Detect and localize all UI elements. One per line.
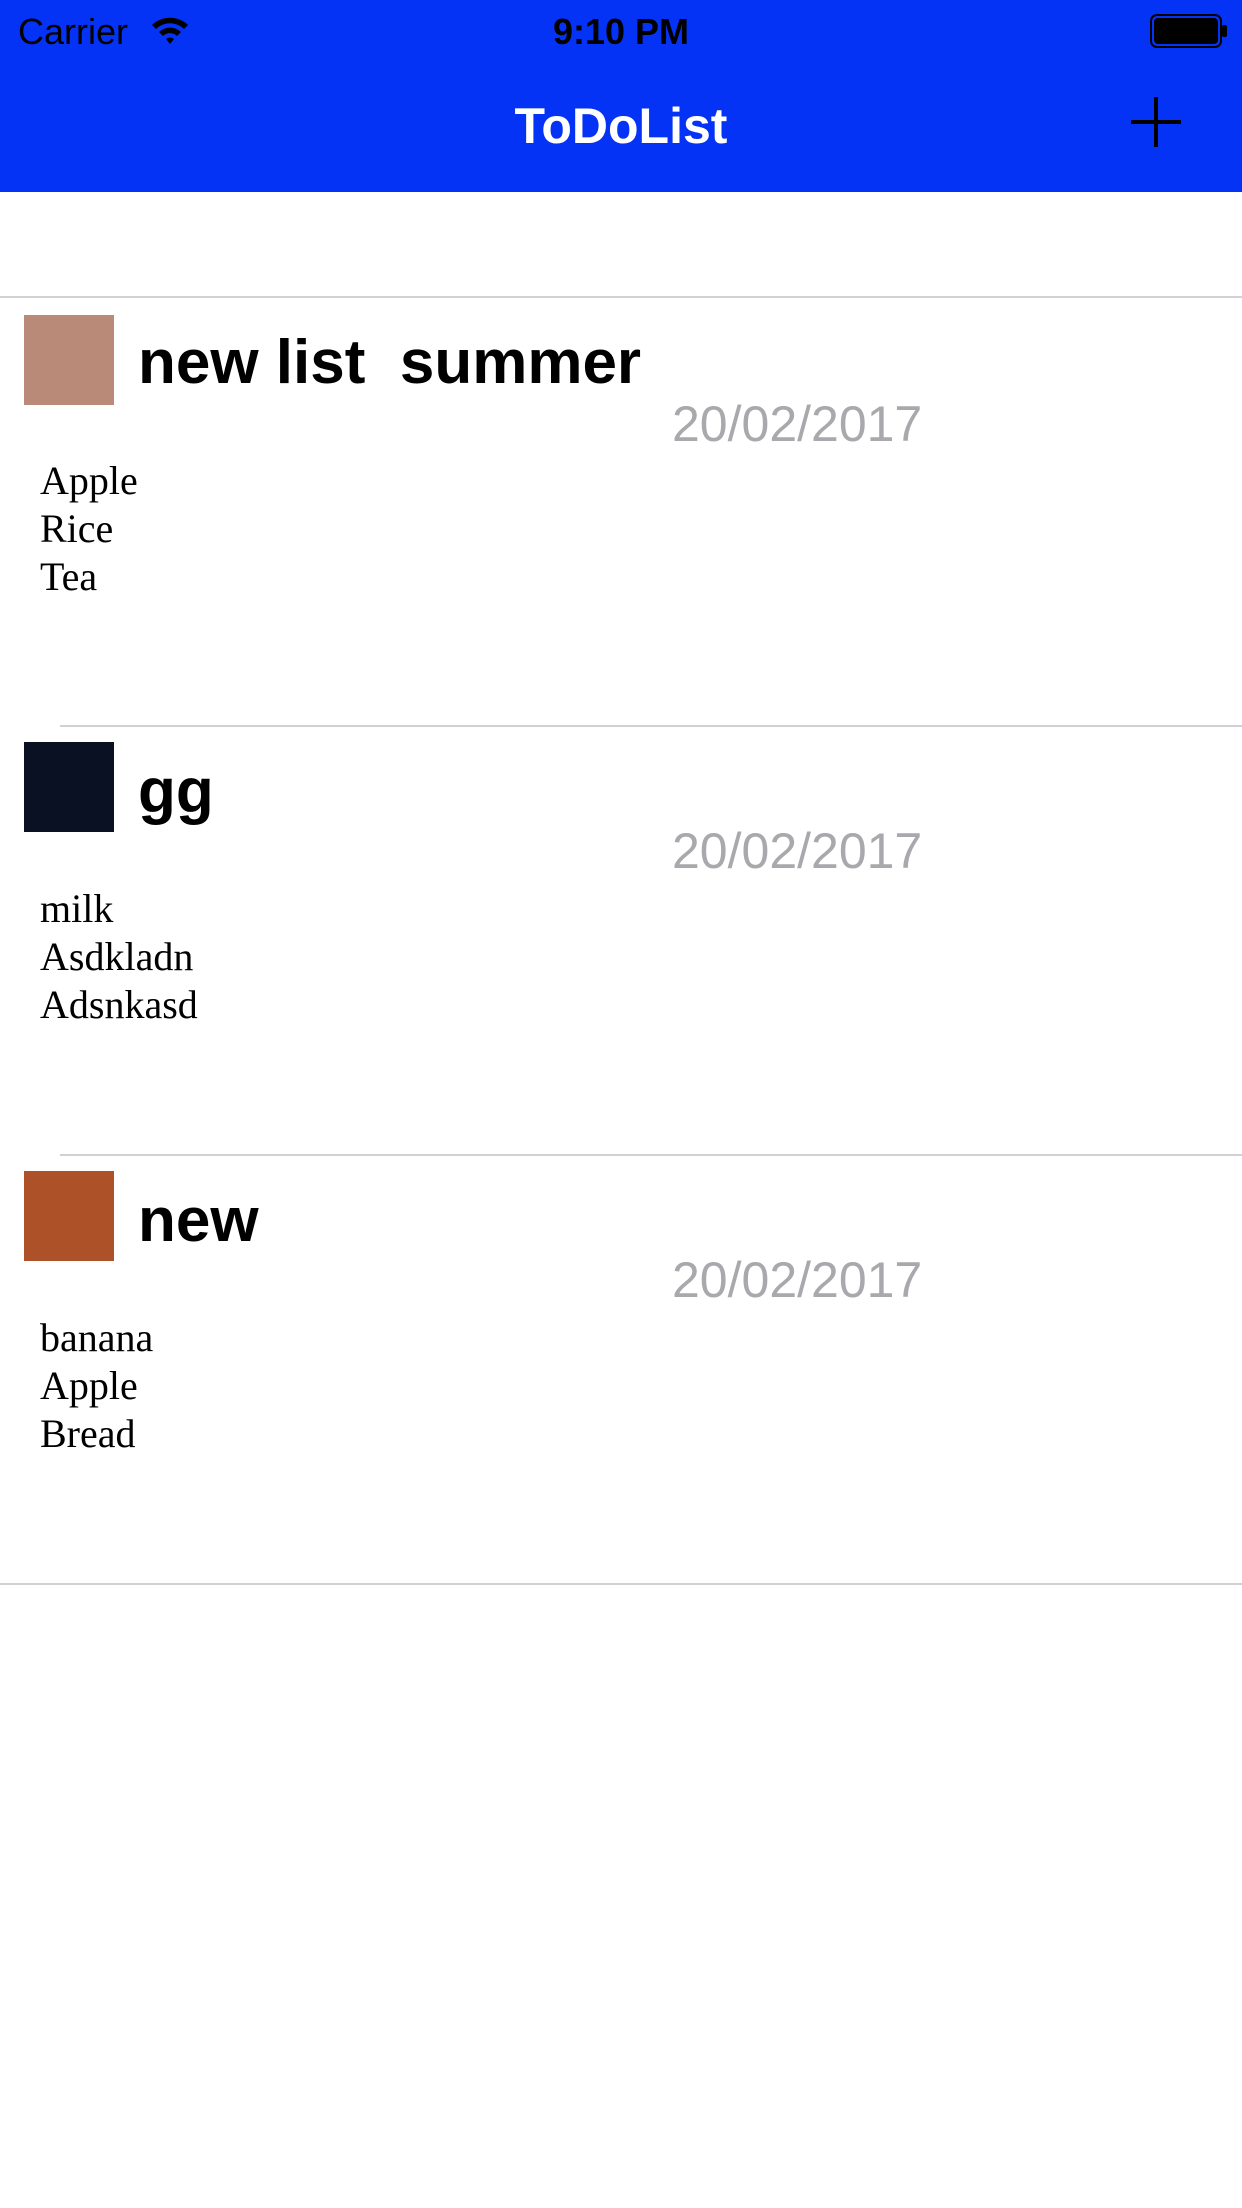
list-entry: Apple <box>40 1363 138 1408</box>
list-title: new list summer <box>138 328 642 397</box>
list-entry: milk <box>40 886 114 931</box>
list-entry: Rice <box>40 506 114 551</box>
list-item[interactable]: new list summer 20/02/2017 Apple Rice Te… <box>0 298 1242 725</box>
list-items: banana Apple Bread <box>40 1314 153 1458</box>
battery-icon <box>1150 14 1227 48</box>
nav-title: ToDoList <box>514 98 728 154</box>
list-entry: Apple <box>40 458 138 503</box>
list-items: milk Asdkladn Adsnkasd <box>40 885 198 1029</box>
list-color-swatch <box>24 315 114 405</box>
status-time: 9:10 PM <box>552 11 690 52</box>
list-color-swatch <box>24 1171 114 1261</box>
list-entry: Asdkladn <box>40 934 194 979</box>
list-date: 20/02/2017 <box>672 1252 923 1308</box>
plus-icon[interactable] <box>1126 92 1186 152</box>
separator <box>0 1583 1242 1585</box>
list-date: 20/02/2017 <box>672 396 923 452</box>
list-entry: banana <box>40 1315 154 1360</box>
list-date: 20/02/2017 <box>672 823 923 879</box>
list-color-swatch <box>24 742 114 832</box>
list-entry: Adsnkasd <box>40 982 198 1027</box>
list-item[interactable]: gg 20/02/2017 milk Asdkladn Adsnkasd <box>0 727 1242 1154</box>
list-items: Apple Rice Tea <box>40 457 138 601</box>
list-entry: Bread <box>40 1411 136 1456</box>
top-bar: Carrier 9:10 PM ToDoList <box>0 0 1242 192</box>
list-title: gg <box>138 757 214 826</box>
list-title: new <box>138 1186 259 1255</box>
list-entry: Tea <box>40 554 98 599</box>
list-item[interactable]: new 20/02/2017 banana Apple Bread <box>0 1156 1242 1583</box>
